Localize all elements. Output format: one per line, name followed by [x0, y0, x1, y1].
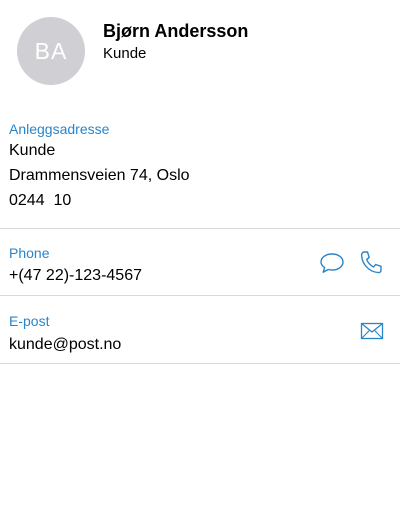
phone-label: Phone	[9, 245, 50, 261]
email-section: E-post kunde@post.no	[0, 296, 400, 364]
address-label: Anleggsadresse	[9, 121, 110, 137]
email-label: E-post	[9, 313, 50, 329]
address-line-2[interactable]: Drammensveien 74, Oslo	[9, 166, 190, 186]
contact-name: Bjørn Andersson	[103, 21, 249, 41]
contact-header: BA Bjørn Andersson Kunde	[0, 0, 400, 100]
address-line-3[interactable]: 0244 10	[9, 191, 71, 211]
contact-role: Kunde	[103, 45, 147, 62]
address-section: Anleggsadresse Kunde Drammensveien 74, O…	[0, 112, 400, 229]
envelope-icon[interactable]	[360, 322, 384, 340]
address-line-1[interactable]: Kunde	[9, 141, 55, 161]
phone-icon[interactable]	[358, 249, 384, 277]
email-address[interactable]: kunde@post.no	[9, 335, 121, 355]
phone-number[interactable]: +(47 22)-123-4567	[9, 266, 142, 286]
chat-bubble-icon[interactable]	[319, 251, 345, 275]
phone-section: Phone +(47 22)-123-4567	[0, 229, 400, 296]
avatar: BA	[17, 17, 85, 85]
